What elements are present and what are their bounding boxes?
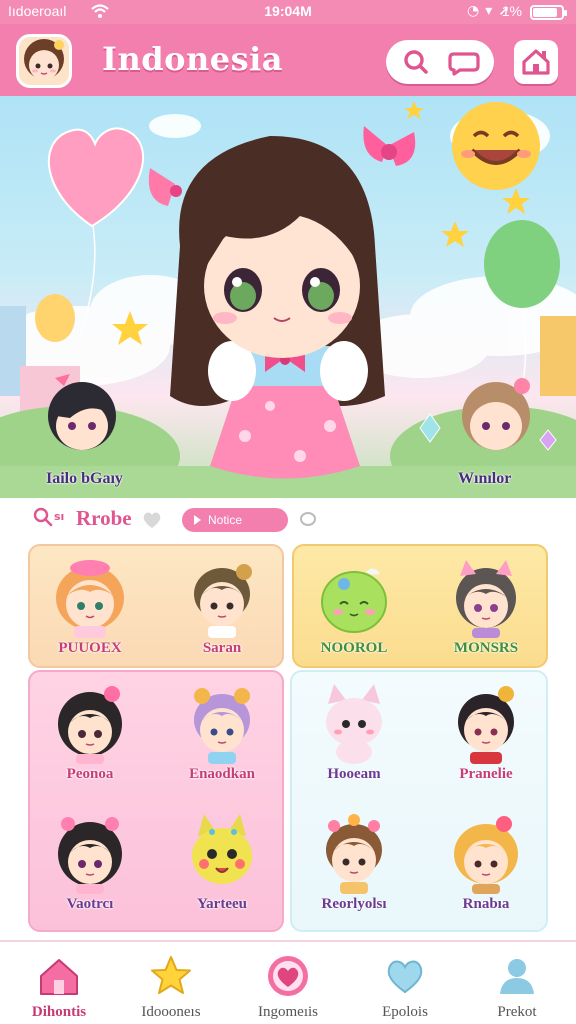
avatar[interactable] [16,34,72,88]
character-card[interactable]: Vaotrcı [28,800,152,924]
nav-label: Dihontis [31,1004,87,1020]
profile-icon [500,959,534,994]
hero-caption-right: Wınılor [458,470,512,487]
star-icon [151,956,191,994]
hero-caption-left: Iailo bGaıy [46,470,123,487]
character-name: PUUOEX [58,640,122,656]
battery-fill [533,8,557,17]
character-name: MONSRS [453,640,519,656]
nav-item-profile[interactable]: Prekot [462,948,572,1024]
notice-chip[interactable]: Notice [182,508,288,532]
home-icon [40,959,78,995]
character-name: Saran [202,640,242,656]
character-portrait [58,686,122,764]
character-card[interactable]: Rnabıa [424,800,548,924]
character-portrait [458,686,514,764]
alarm-icon: ◔ [467,3,486,19]
nav-label: Idoooneıs [141,1004,201,1020]
app-header: Indonesia [0,24,576,96]
bottom-nav: Dihontis Idoooneıs Ingomeıis Epolois Pre… [0,940,576,1024]
character-name: Reorlyolsı [321,896,387,912]
nav-item-home[interactable]: Dihontis [4,948,114,1024]
character-name: Yarteeu [197,896,247,912]
character-portrait [321,568,387,633]
page-title: Indonesia [102,40,283,78]
section-header: sı Rrobe Notice [0,498,576,544]
status-bar: Iıdoeroaıl 19:04M ◔▾➚ 1% [0,0,576,24]
nav-item-explore[interactable]: Epolois [350,948,460,1024]
character-portrait [194,688,250,764]
search-icon[interactable] [396,46,436,78]
character-card[interactable]: Peonoa [28,670,152,794]
character-portrait [456,560,516,638]
heart-outline-icon [387,960,423,994]
character-portrait [56,560,124,638]
character-portrait [192,814,252,884]
heart-icon[interactable] [142,511,162,529]
character-name: Rnabıa [462,896,510,912]
nav-label: Prekot [497,1004,537,1020]
hero-illustration [0,101,576,498]
toggle-ring-icon[interactable] [300,512,316,526]
heart-icon [268,956,308,996]
character-name: Peonoa [66,766,114,782]
section-title: Rrobe [76,506,132,530]
signal-icon: ▾ [485,3,499,19]
chat-icon[interactable] [444,46,484,78]
character-card[interactable]: NOOROL [292,544,416,668]
character-name: NOOROL [320,640,388,656]
search-icon[interactable] [32,506,54,528]
nav-item-favorites[interactable]: Idoooneıs [116,948,226,1024]
character-card[interactable]: MONSRS [424,544,548,668]
character-name: Enaodkan [189,766,255,782]
character-card[interactable]: Pranelie [424,670,548,794]
character-card[interactable]: Enaodkan [160,670,284,794]
character-grid: PUUOEX Saran NOOROL MONSRS Peonoa Enaodk… [0,544,576,940]
character-name: Vaotrcı [66,896,114,912]
hero-banner[interactable]: Iailo bGaıy Wınılor [0,96,576,498]
character-card[interactable]: Hooeam [292,670,416,794]
character-portrait [194,564,252,638]
battery-icon [530,5,567,20]
nav-item-likes[interactable]: Ingomeıis [233,948,343,1024]
character-card[interactable]: Yarteeu [160,800,284,924]
header-actions [386,40,494,84]
character-portrait [454,816,518,894]
character-portrait [326,814,382,894]
section-prefix: sı [54,510,65,523]
nav-label: Epolois [382,1004,428,1020]
character-name: Hooeam [327,766,381,782]
character-card[interactable]: Saran [160,544,284,668]
character-portrait [58,817,122,894]
character-card[interactable]: PUUOEX [28,544,152,668]
character-name: Pranelie [459,766,513,782]
avatar-character-image [24,39,64,80]
character-card[interactable]: Reorlyolsı [292,800,416,924]
nav-label: Ingomeıis [258,1004,318,1020]
character-portrait [326,684,382,764]
battery-percent: 1% [501,3,522,19]
home-button[interactable] [514,40,558,84]
